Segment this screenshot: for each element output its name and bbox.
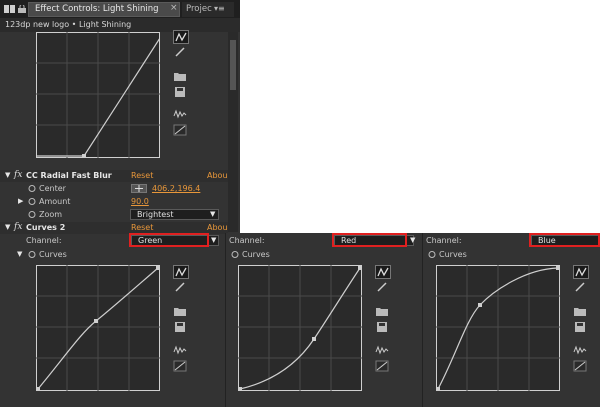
- tab-close-icon[interactable]: ×: [170, 3, 178, 13]
- pencil-icon[interactable]: [375, 281, 391, 295]
- chevron-down-icon[interactable]: ▼: [211, 236, 216, 244]
- layer-path: 123dp new logo • Light Shining: [5, 20, 132, 29]
- effect-name-curves2: Curves 2: [26, 223, 66, 232]
- save-icon[interactable]: [375, 321, 391, 335]
- save-icon[interactable]: [573, 321, 589, 335]
- reset-line-icon[interactable]: [375, 360, 391, 374]
- highlight-box: [529, 233, 600, 247]
- fx-icon[interactable]: fx: [14, 222, 22, 232]
- stopwatch-icon[interactable]: [28, 210, 36, 218]
- curve-tool-icon[interactable]: [573, 265, 589, 279]
- crosshair-icon[interactable]: [131, 184, 147, 193]
- open-folder-icon[interactable]: [573, 305, 589, 319]
- zoom-dropdown[interactable]: Brightest: [130, 209, 219, 220]
- amount-label: Amount: [39, 197, 71, 206]
- save-icon[interactable]: [173, 86, 189, 100]
- curves-label: Curves: [242, 250, 270, 259]
- center-value[interactable]: 406.2,196.4: [152, 184, 200, 196]
- disclosure-triangle-icon[interactable]: ▼: [17, 250, 22, 258]
- smooth-icon[interactable]: [173, 108, 189, 122]
- top-curves-graph[interactable]: [36, 32, 160, 158]
- reset-line-icon[interactable]: [173, 360, 189, 374]
- reset-line-icon[interactable]: [573, 360, 589, 374]
- pencil-icon[interactable]: [173, 281, 189, 295]
- effect-name-radial-blur: CC Radial Fast Blur: [26, 171, 112, 180]
- amount-value[interactable]: 90.0: [131, 197, 149, 209]
- expand-triangle-icon[interactable]: ▶: [18, 197, 23, 205]
- open-folder-icon[interactable]: [375, 305, 391, 319]
- reset-line-icon[interactable]: [173, 124, 189, 138]
- zoom-value: Brightest: [137, 210, 174, 219]
- reset-link[interactable]: Reset: [131, 171, 153, 183]
- curve-tool-icon[interactable]: [173, 265, 189, 279]
- open-folder-icon[interactable]: [173, 305, 189, 319]
- fx-icon[interactable]: fx: [14, 170, 22, 180]
- curves-label: Curves: [39, 250, 67, 259]
- disclosure-triangle-icon[interactable]: ▼: [5, 223, 10, 231]
- pencil-icon[interactable]: [573, 281, 589, 295]
- curves-graph-red[interactable]: [238, 265, 362, 391]
- smooth-icon[interactable]: [573, 344, 589, 358]
- stopwatch-icon[interactable]: [231, 250, 239, 258]
- curves-graph-green[interactable]: [36, 265, 160, 391]
- stopwatch-icon[interactable]: [28, 197, 36, 205]
- curves-graph-blue[interactable]: [436, 265, 560, 391]
- pencil-icon[interactable]: [173, 46, 189, 60]
- highlight-box: [129, 233, 209, 247]
- zoom-label: Zoom: [39, 210, 63, 219]
- tab-effect-controls-label: Effect Controls: Light Shining: [35, 4, 159, 14]
- stopwatch-icon[interactable]: [428, 250, 436, 258]
- lock-icon[interactable]: [18, 4, 26, 13]
- disclosure-triangle-icon[interactable]: ▼: [5, 171, 10, 179]
- smooth-icon[interactable]: [173, 344, 189, 358]
- chevron-down-icon[interactable]: ▼: [410, 236, 415, 244]
- chevron-down-icon[interactable]: ▼: [210, 210, 215, 218]
- channel-label: Channel:: [426, 236, 462, 245]
- save-icon[interactable]: [173, 321, 189, 335]
- scrollbar-thumb[interactable]: [230, 40, 236, 90]
- channel-label: Channel:: [229, 236, 265, 245]
- stopwatch-icon[interactable]: [28, 250, 36, 258]
- curve-tool-icon[interactable]: [375, 265, 391, 279]
- panel-flyout-icon[interactable]: ▾≡: [214, 4, 225, 13]
- smooth-icon[interactable]: [375, 344, 391, 358]
- about-link[interactable]: Abou: [207, 171, 228, 183]
- curve-tool-icon[interactable]: [173, 30, 189, 44]
- stopwatch-icon[interactable]: [28, 184, 36, 192]
- panel-menu-icon[interactable]: [4, 4, 16, 14]
- curves-label: Curves: [439, 250, 467, 259]
- channel-label: Channel:: [26, 236, 62, 245]
- open-folder-icon[interactable]: [173, 70, 189, 84]
- tab-project-label: Projec: [186, 4, 212, 14]
- highlight-box: [332, 233, 407, 247]
- center-label: Center: [39, 184, 66, 193]
